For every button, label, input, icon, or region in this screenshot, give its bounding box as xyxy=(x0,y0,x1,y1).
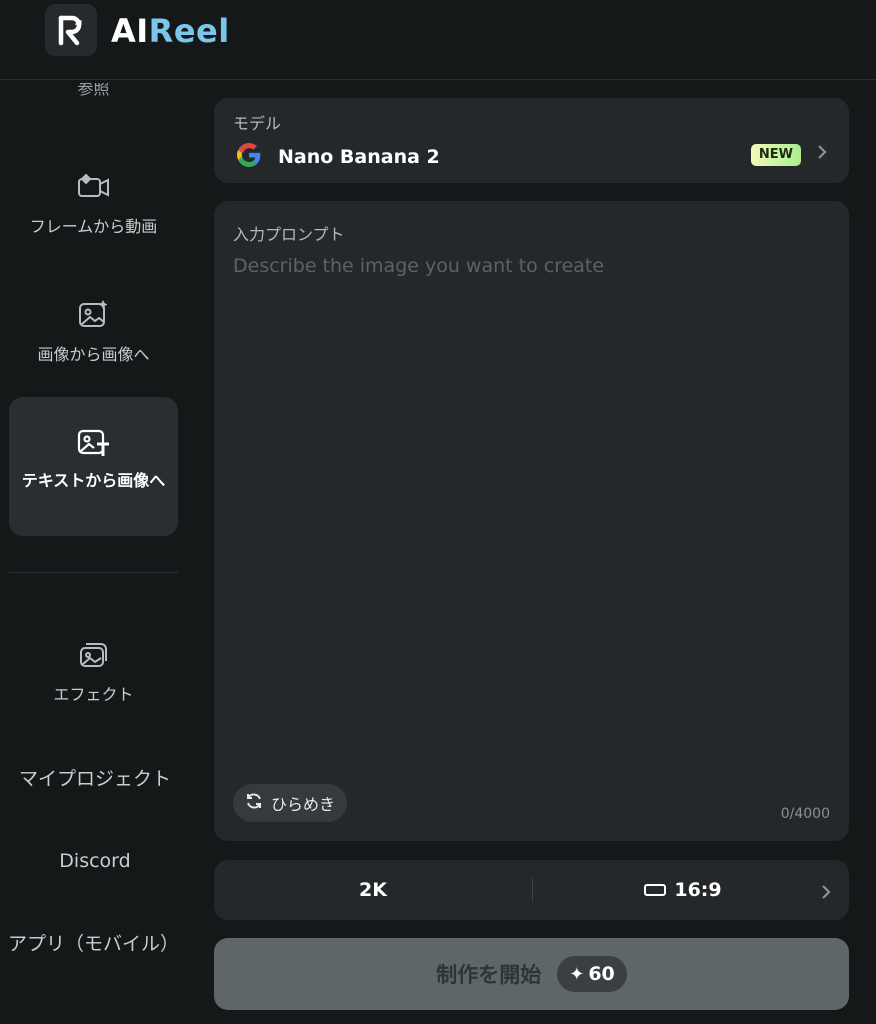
model-selector[interactable]: モデル Nano Banana 2 NEW xyxy=(214,98,849,183)
chevron-right-icon[interactable] xyxy=(821,881,831,905)
credit-cost-value: 60 xyxy=(588,963,615,985)
resolution-selector[interactable]: 2K xyxy=(214,860,532,920)
model-name: Nano Banana 2 xyxy=(278,146,440,168)
create-label: 制作を開始 xyxy=(436,963,542,987)
sidebar: 参照 フレームから動画 画像から画像へ テキストから画像へ エフェクト マイプロ… xyxy=(0,81,190,1024)
new-badge: NEW xyxy=(750,144,801,166)
char-counter: 0/4000 xyxy=(780,806,830,822)
image-sparkle-icon xyxy=(77,297,111,331)
model-row: Nano Banana 2 xyxy=(236,142,440,172)
frame-video-icon xyxy=(77,169,111,203)
prompt-panel: 入力プロンプト ひらめき 0/4000 xyxy=(214,201,849,841)
sidebar-item-reference-partial[interactable]: 参照 xyxy=(9,83,178,105)
gallery-stack-icon xyxy=(77,637,111,671)
sidebar-divider xyxy=(9,572,178,573)
sidebar-item-label: フレームから動画 xyxy=(29,217,158,236)
app-logo-text[interactable]: AIReel xyxy=(111,12,230,50)
aspect-ratio-selector[interactable]: 16:9 xyxy=(533,860,833,920)
refresh-icon xyxy=(245,792,263,815)
start-creation-button[interactable]: 制作を開始 ✦ 60 xyxy=(214,938,849,1010)
chevron-right-icon xyxy=(817,141,827,165)
model-label: モデル xyxy=(233,114,282,133)
sidebar-item-my-projects[interactable]: マイプロジェクト xyxy=(0,764,190,791)
logo-text-ai: AI xyxy=(111,12,149,50)
sidebar-item-label: 画像から画像へ xyxy=(37,345,150,364)
aspect-ratio-value: 16:9 xyxy=(674,879,722,901)
sidebar-item-app-mobile[interactable]: アプリ（モバイル） xyxy=(6,929,181,959)
sidebar-item-effects[interactable]: エフェクト xyxy=(9,637,178,717)
prompt-label: 入力プロンプト xyxy=(233,225,345,244)
inspire-button[interactable]: ひらめき xyxy=(233,784,348,822)
sidebar-item-text-to-image[interactable]: テキストから画像へ xyxy=(9,397,178,536)
logo-mark-ai: AI xyxy=(75,20,82,27)
app-header: AI AIReel xyxy=(0,0,876,80)
aspect-ratio-icon xyxy=(644,884,667,896)
sidebar-item-image-to-image[interactable]: 画像から画像へ xyxy=(9,297,178,377)
credit-cost-badge: ✦ 60 xyxy=(557,956,627,992)
app-logo-icon[interactable]: AI xyxy=(45,4,97,56)
generation-settings: 2K 16:9 xyxy=(214,860,849,920)
google-icon xyxy=(236,142,262,172)
sidebar-item-label: エフェクト xyxy=(53,685,134,704)
inspire-label: ひらめき xyxy=(271,795,336,814)
resolution-value: 2K xyxy=(359,879,387,901)
image-text-icon xyxy=(77,425,111,459)
logo-text-reel: Reel xyxy=(148,12,230,50)
sidebar-item-label: テキストから画像へ xyxy=(21,471,166,490)
sparkle-icon: ✦ xyxy=(569,963,585,985)
sidebar-item-discord[interactable]: Discord xyxy=(0,850,190,872)
prompt-input[interactable] xyxy=(233,255,829,735)
sidebar-item-frame-to-video[interactable]: フレームから動画 xyxy=(9,169,178,249)
